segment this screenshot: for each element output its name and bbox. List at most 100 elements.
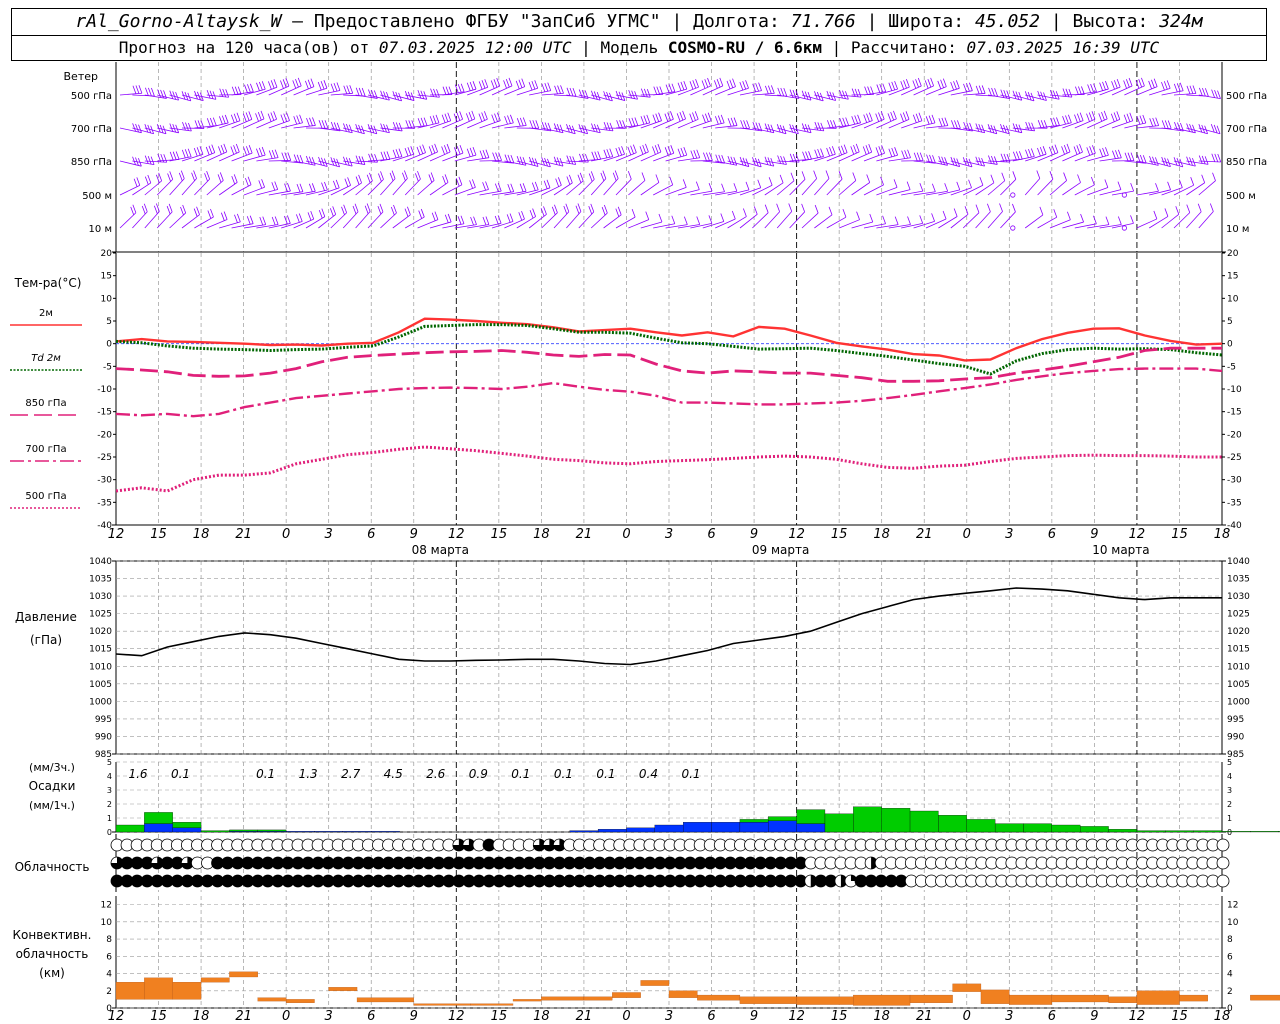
precip-solid-bar: [172, 827, 202, 833]
wind-barb: [417, 151, 438, 162]
wind-barb-flag: [157, 89, 161, 98]
wind-barb-flag: [361, 156, 366, 165]
wind-barb-flag: [508, 77, 513, 87]
wind-barb: [677, 224, 700, 229]
wind-barb-flag: [1167, 120, 1172, 129]
wind-barb-flag: [820, 122, 825, 131]
precip-solid-bar: [654, 824, 684, 833]
wind-barb-flag: [1153, 210, 1158, 220]
wind-barb-flag: [1087, 84, 1091, 93]
wind-barb-flag: [343, 204, 348, 213]
wind-barb-flag: [1102, 147, 1106, 157]
wind-barb-flag: [831, 146, 836, 155]
wind-barb-flag: [343, 123, 347, 132]
wind-barb-flag: [682, 179, 687, 188]
wind-barb-flag: [482, 182, 486, 191]
convective-bar: [286, 999, 315, 1003]
wind-barb-flag: [652, 114, 657, 123]
wind-barb-flag: [1067, 114, 1072, 123]
wind-barb-flag: [900, 113, 904, 122]
wind-barb: [1087, 118, 1108, 129]
wind-barb-flag: [231, 86, 236, 95]
wind-barb-flag: [701, 80, 706, 89]
wind-barb-flag: [220, 144, 225, 154]
wind-barb: [194, 178, 210, 196]
wind-barb-flag: [733, 117, 738, 126]
wind-barb-flag: [456, 146, 461, 155]
wind-barb-flag: [658, 213, 663, 223]
wind-barb-flag: [261, 81, 266, 90]
wind-barb-flag: [307, 212, 312, 221]
convective-bar: [229, 971, 258, 978]
time-tick-label: 21: [916, 1009, 933, 1024]
wind-barb-flag: [656, 86, 661, 95]
wind-barb-flag: [727, 118, 732, 127]
wind-barb: [119, 212, 137, 229]
wind-barb: [578, 179, 595, 196]
wind-barb-flag: [814, 149, 819, 158]
wind-barb-flag: [255, 113, 259, 122]
wind-barb-flag: [577, 174, 582, 183]
wind-barb-flag: [988, 87, 992, 97]
pres-tick-label: 1010: [89, 662, 112, 672]
wind-barb-flag: [588, 205, 593, 215]
wind-barb-flag: [386, 91, 390, 101]
wind-barb-flag: [963, 83, 967, 92]
wind-barb-flag: [435, 114, 440, 124]
wind-barb-flag: [839, 89, 843, 99]
convective-bar: [1250, 994, 1280, 1001]
precip-solid-bar: [371, 831, 400, 833]
precip-solid-bar: [739, 822, 769, 833]
wind-barb-flag: [405, 120, 410, 129]
wind-barb-flag: [235, 143, 240, 153]
precip-total-label: 2.7: [341, 767, 360, 781]
wind-barb: [826, 178, 843, 196]
wind-barb-flag: [428, 174, 433, 183]
convective-bar: [980, 989, 1010, 1004]
wind-barb-flag: [528, 81, 533, 91]
wind-barb-flag: [1154, 157, 1159, 166]
wind-barb-flag: [1149, 118, 1154, 127]
wind-barb-flag: [987, 203, 991, 212]
prec-tick-label-right: 4: [1227, 772, 1232, 781]
wind-barb-flag: [336, 82, 341, 91]
wind-barb-flag: [493, 79, 498, 88]
temp-tick-label: -15: [97, 408, 112, 418]
wind-barb-flag: [1012, 123, 1017, 132]
wind-barb-flag: [205, 146, 210, 156]
wind-barb-flag: [575, 205, 580, 214]
wind-barb-flag: [234, 214, 238, 223]
wind-barb-flag: [225, 89, 230, 98]
wind-barb-flag: [975, 204, 980, 213]
date-label: 10 марта: [1092, 543, 1149, 557]
wind-barb-flag: [248, 111, 253, 120]
wind-barb-flag: [293, 116, 298, 125]
wind-barb: [628, 180, 646, 196]
wind-barb-flag: [1099, 82, 1103, 91]
wind-barb-flag: [519, 156, 524, 165]
time-tick-label: 21: [576, 1009, 593, 1024]
wind-barb-flag: [866, 174, 871, 183]
wind-barb-flag: [657, 143, 662, 153]
wind-barb-flag: [389, 172, 394, 181]
wind-barb-flag: [646, 89, 651, 98]
time-tick-label: 12: [108, 527, 125, 542]
precip-solid-bar: [342, 831, 372, 833]
wind-barb-flag: [1141, 77, 1145, 87]
wind-barb: [405, 152, 426, 162]
wind-barb-flag: [842, 90, 846, 99]
wind-barb: [156, 179, 173, 196]
wind-barb-flag: [764, 85, 769, 94]
wind-barb-flag: [1117, 181, 1122, 190]
wind-barb-flag: [311, 157, 316, 166]
wind-barb-flag: [954, 120, 958, 129]
wind-barb-flag: [1129, 112, 1134, 121]
wind-barb-flag: [690, 150, 695, 159]
wind-barb-flag: [404, 170, 408, 179]
wind-barb-flag: [292, 80, 297, 89]
wind-barb-flag: [208, 145, 213, 154]
precipitation-panel: 5 5 4 4 3 3 2 2 1 1 0 0 1.6 0.1 0.1 1.3 2.7 4.5 2.6 0.9 0.1 0…: [107, 758, 1280, 837]
wind-barb-flag: [1186, 123, 1190, 132]
time-tick-label: 12: [448, 1009, 465, 1024]
wind-barb-flag: [481, 80, 486, 89]
